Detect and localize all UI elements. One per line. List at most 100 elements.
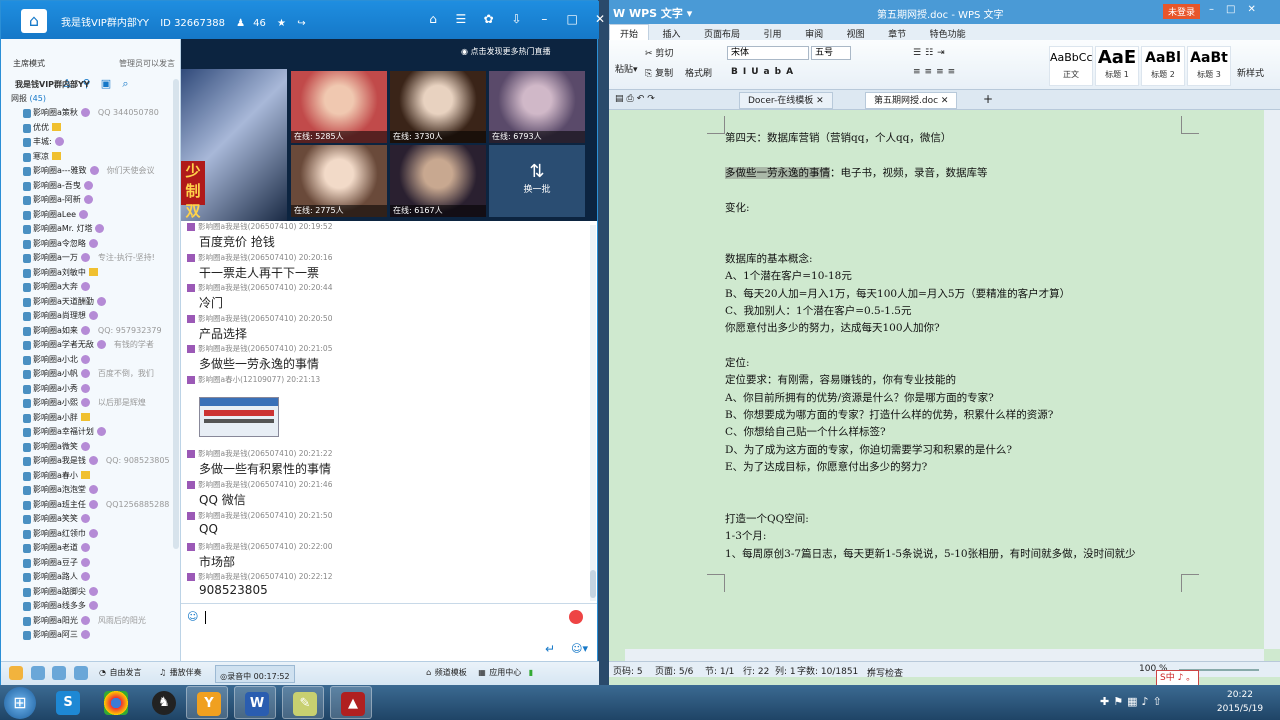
italic-icon[interactable]: I [743, 67, 751, 77]
taskbar-app[interactable]: ▲ [330, 686, 372, 719]
member-item[interactable]: 寒凉 [1, 151, 179, 166]
minimize-icon[interactable]: – [532, 12, 556, 26]
doc-horizontal-scrollbar[interactable] [625, 649, 1264, 661]
copy-button[interactable]: ⎘ 复制 [645, 66, 673, 79]
member-item[interactable]: 影响圈a小熙 以后那是辉煌 [1, 397, 179, 412]
chat-sender[interactable]: 影响圈a我是钱(206507410) 20:20:50 [198, 314, 332, 323]
play-music-button[interactable]: 播放伴奏 [170, 662, 202, 684]
home-nav-icon[interactable]: ⌂ [421, 12, 445, 26]
font-color-icon[interactable]: A [786, 67, 798, 77]
maximize-icon[interactable]: □ [560, 12, 584, 26]
maximize-icon[interactable]: □ [1226, 4, 1247, 15]
member-item[interactable]: 影响圈a春小 [1, 470, 179, 485]
expression-icon[interactable]: ☺▾ [571, 642, 588, 655]
new-style-button[interactable]: 新样式 [1237, 66, 1264, 79]
tab-docer[interactable]: Docer-在线模板 ✕ [739, 92, 833, 109]
member-item[interactable]: 影响圈a小秀 [1, 383, 179, 398]
taskbar-app[interactable]: S [46, 686, 88, 719]
speaker-icon[interactable] [30, 666, 45, 680]
live-thumb[interactable]: 在线: 6793人 [489, 71, 585, 143]
member-item[interactable]: 影响圈a路人 [1, 571, 179, 586]
undo-icon[interactable]: ↶ [637, 94, 648, 104]
redo-icon[interactable]: ↷ [647, 94, 658, 104]
doc-vertical-scrollbar[interactable] [1264, 110, 1280, 649]
equalizer-icon[interactable] [73, 666, 88, 680]
member-item[interactable]: 影响圈a-吾曳 [1, 180, 179, 195]
live-thumb[interactable]: 在线: 2775人 [291, 145, 387, 217]
align-center-icon[interactable]: ≡ [925, 67, 937, 77]
taskbar-app[interactable]: ♞ [142, 686, 184, 719]
live-thumb[interactable]: 在线: 6167人 [390, 145, 486, 217]
live-thumb[interactable]: 在线: 5285人 [291, 71, 387, 143]
justify-icon[interactable]: ≡ [948, 67, 960, 77]
chat-input[interactable]: ☺ ↵ ☺▾ [181, 603, 597, 659]
member-item[interactable]: 影响圈a小北 [1, 354, 179, 369]
font-size-select[interactable]: 五号 [811, 46, 851, 60]
number-list-icon[interactable]: ☷ [925, 48, 937, 58]
tab-close-icon[interactable]: ✕ [813, 96, 824, 106]
taskbar-app[interactable]: Y [186, 686, 228, 719]
member-item[interactable]: 影响圈a天道酬勤 [1, 296, 179, 311]
mode-dropdown[interactable]: 主席模式 [13, 58, 45, 69]
close-icon[interactable]: ✕ [1247, 4, 1267, 15]
chat-sender[interactable]: 影响圈a我是钱(206507410) 20:20:16 [198, 253, 332, 262]
member-item[interactable]: 影响圈a红领巾 [1, 528, 179, 543]
text-format-buttons[interactable]: BIUabA [731, 67, 798, 77]
style-heading-1[interactable]: AaE 标题 1 [1095, 46, 1139, 86]
member-item[interactable]: 丰城: [1, 136, 179, 151]
mic-icon[interactable] [52, 666, 66, 680]
member-item[interactable]: 影响圈a小帆 百度不倒，我们 [1, 368, 179, 383]
member-item[interactable]: 影响圈a笑笑 [1, 513, 179, 528]
chat-sender[interactable]: 影响圈a我是钱(206507410) 20:21:22 [198, 449, 332, 458]
chat-image[interactable] [199, 397, 279, 437]
member-item[interactable]: 影响圈a幸福计划 [1, 426, 179, 441]
style-heading-2[interactable]: AaBl 标题 2 [1141, 46, 1185, 86]
start-button[interactable]: ⊞ [4, 687, 36, 719]
save-icon[interactable]: ▤ [615, 94, 627, 104]
face-icon[interactable] [9, 666, 23, 680]
wps-app-menu[interactable]: W WPS 文字 ▾ [613, 5, 692, 21]
member-item[interactable]: 影响圈a我是钱 QQ: 908523805 [1, 455, 179, 470]
channel-template-button[interactable]: 频道模板 [435, 662, 467, 684]
member-item[interactable]: 影响圈a策秋 QQ 344050780 [1, 107, 179, 122]
underline-icon[interactable]: U [751, 67, 763, 77]
tab-close-icon[interactable]: ✕ [938, 96, 949, 106]
flower-icon[interactable] [569, 610, 583, 624]
bold-icon[interactable]: B [731, 67, 743, 77]
paste-button[interactable]: 粘贴▾ [615, 62, 638, 75]
member-item[interactable]: 影响圈a一万 专注-执行-坚持! [1, 252, 179, 267]
chat-scroll-thumb[interactable] [590, 570, 596, 598]
member-item[interactable]: 影响圈a阿三 [1, 629, 179, 644]
tree-root[interactable]: 我是钱VIP群内部YY [1, 79, 179, 93]
share-icon[interactable]: ↪ [297, 18, 305, 29]
member-item[interactable]: 影响圈a尚理想 [1, 310, 179, 325]
live-thumb[interactable]: 在线: 3730人 [390, 71, 486, 143]
tray-volume-icon[interactable]: ♪ [1142, 695, 1153, 708]
member-item[interactable]: 优优 [1, 122, 179, 137]
member-item[interactable]: 影响圈a学者无敌 有钱的学者 [1, 339, 179, 354]
chat-sender[interactable]: 影响圈a春小(12109077) 20:21:13 [198, 375, 320, 384]
chat-scrollbar[interactable] [590, 225, 596, 601]
minimize-icon[interactable]: – [1209, 4, 1226, 15]
send-icon[interactable]: ↵ [545, 642, 555, 656]
member-item[interactable]: 影响圈a泡泡堂 [1, 484, 179, 499]
refresh-batch-button[interactable]: ⇅ 换一批 [489, 145, 585, 217]
member-item[interactable]: 影响圈a如来 QQ: 957932379 [1, 325, 179, 340]
document-page[interactable]: 第四天：数据库营销（营销qq，个人qq，微信） 多做些一劳永逸的事情：电子书，视… [625, 110, 1280, 649]
app-center-button[interactable]: 应用中心 [489, 662, 521, 684]
member-scrollbar[interactable] [173, 79, 179, 549]
member-item[interactable]: 影响圈aLee [1, 209, 179, 224]
chat-sender[interactable]: 影响圈a我是钱(206507410) 20:19:52 [198, 222, 332, 231]
recording-status[interactable]: ◎ 录音中 00:17:52 [215, 665, 295, 683]
new-tab-icon[interactable]: + [983, 92, 993, 106]
tray-network-icon[interactable]: ▦ [1127, 695, 1141, 708]
member-item[interactable]: 影响圈a踮脚尖 [1, 586, 179, 601]
list-icon[interactable]: ☰ [449, 12, 473, 26]
member-item[interactable]: 影响圈a阳光 风雨后的阳光 [1, 615, 179, 630]
align-right-icon[interactable]: ≡ [936, 67, 948, 77]
font-select[interactable]: 宋体 [727, 46, 809, 60]
member-item[interactable]: 影响圈a豆子 [1, 557, 179, 572]
member-item[interactable]: 影响圈a-阿新 [1, 194, 179, 209]
member-item[interactable]: 影响圈a刘敏中 [1, 267, 179, 282]
taskbar-app[interactable]: ✎ [282, 686, 324, 719]
